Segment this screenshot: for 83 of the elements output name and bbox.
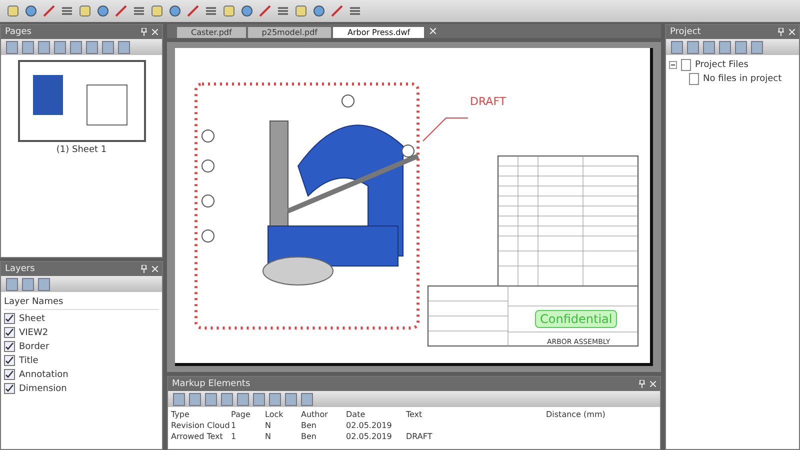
tree-item[interactable]: No files in project [703,74,782,84]
layer-name: Annotation [19,370,68,380]
page-label: (1) Sheet 1 [56,145,107,155]
document-tab[interactable]: Arbor Press.dwf [333,27,424,38]
table-cell-text: 1 [231,432,238,441]
panel-title: Project [670,27,702,37]
page-thumbnail[interactable] [18,60,146,142]
page-tool-icon[interactable] [54,40,66,54]
page-tool-icon[interactable] [86,40,98,54]
markup-tool-icon[interactable] [221,392,233,406]
leader-line [422,117,468,141]
pin-icon[interactable] [141,265,147,273]
table-cell-text: 1 [231,421,238,430]
table-cell-text: N [265,421,272,430]
layer-tool-icon[interactable] [6,278,18,290]
markup-tool-icon[interactable] [269,392,281,406]
table-cell-text: DRAFT [406,432,434,441]
checkbox[interactable] [4,369,15,380]
panel-title: Markup Elements [172,379,252,389]
table-cell-text: 02.05.2019 [346,421,393,430]
column-header: Distance (mm) [546,410,606,419]
column-header: Layer Names [4,295,159,310]
layer-name: Title [19,356,38,366]
checkbox[interactable] [4,327,15,338]
checkbox[interactable] [4,383,15,394]
page-tool-icon[interactable] [102,40,114,54]
checkbox[interactable] [4,313,15,324]
close-icon[interactable] [650,381,656,387]
project-tool-icon[interactable] [671,40,683,54]
markup-tool-icon[interactable] [301,392,313,406]
document-icon [681,59,691,71]
checkbox[interactable] [4,355,15,366]
page-tool-icon[interactable] [22,40,34,54]
markup-tool-icon[interactable] [285,392,297,406]
pin-icon[interactable] [639,380,645,388]
layer-name: VIEW2 [19,328,48,338]
markup-tool-icon[interactable] [173,392,185,406]
table-cell-text: Ben [301,432,318,441]
project-tool-icon[interactable] [719,40,731,54]
column-header: Text [406,410,424,419]
project-tool-icon[interactable] [687,40,699,54]
layer-tool-icon[interactable] [38,278,50,290]
page-tool-icon[interactable] [38,40,50,54]
markup-text: DRAFT [470,95,506,108]
close-icon[interactable] [430,28,436,34]
page-tool-icon[interactable] [6,40,18,54]
tree-item[interactable]: Project Files [695,60,748,70]
markup-tool-icon[interactable] [237,392,249,406]
markup-tool-icon[interactable] [189,392,201,406]
table-cell-text: N [265,432,272,441]
layer-tool-icon[interactable] [22,278,34,290]
page-tool-icon[interactable] [118,40,130,54]
document-tab[interactable]: Caster.pdf [177,27,246,38]
confidential-stamp: Confidential [535,310,618,328]
pin-icon[interactable] [141,28,147,36]
table-cell: Revision Cloud [171,421,231,430]
pin-icon[interactable] [778,28,784,36]
column-header: Type [171,410,190,419]
markup-tool-icon[interactable] [205,392,217,406]
document-icon [689,73,699,85]
project-tool-icon[interactable] [735,40,747,54]
table-cell-text: Arrowed Text [171,432,224,441]
close-icon[interactable] [152,266,158,272]
column-header: Page [231,410,252,419]
page-tool-icon[interactable] [70,40,82,54]
layer-name: Sheet [19,314,46,324]
collapse-icon[interactable] [669,61,677,69]
column-header: Date [346,410,366,419]
close-icon[interactable] [152,29,158,35]
document-tab[interactable]: p25model.pdf [248,27,332,38]
project-tool-icon[interactable] [703,40,715,54]
panel-title: Layers [5,264,36,274]
panel-title: Pages [5,27,32,37]
checkbox[interactable] [4,341,15,352]
table-cell-text: Ben [301,421,318,430]
layer-name: Border [19,342,50,352]
table-cell-text: 02.05.2019 [346,432,393,441]
column-header: Author [301,410,329,419]
project-tool-icon[interactable] [751,40,763,54]
markup-tool-icon[interactable] [253,392,265,406]
column-header: Lock [265,410,284,419]
close-icon[interactable] [789,29,795,35]
layer-name: Dimension [19,384,67,394]
